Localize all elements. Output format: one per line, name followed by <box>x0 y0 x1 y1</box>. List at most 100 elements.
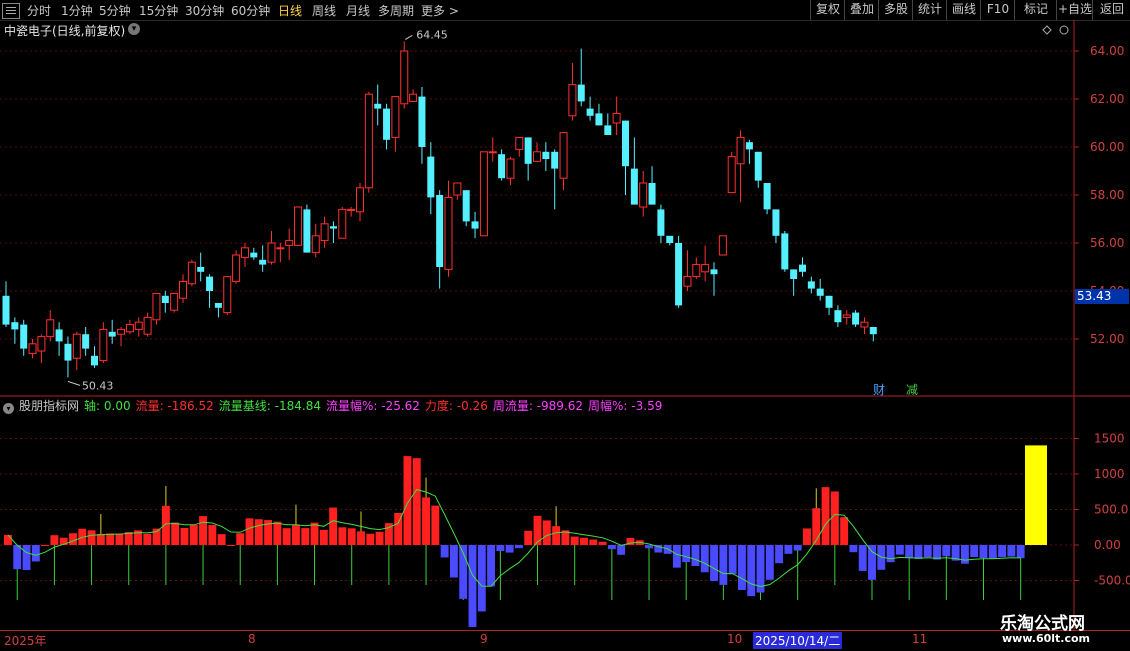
candle-body <box>28 343 37 354</box>
indicator-bar <box>570 536 579 545</box>
candle-body <box>72 333 81 359</box>
candle-body <box>223 276 232 314</box>
date-month-8: 8 <box>248 632 256 646</box>
date-month-11: 11 <box>912 632 928 646</box>
indicator-bar <box>914 545 923 560</box>
candle-body <box>842 314 851 318</box>
indicator-bar <box>710 545 719 581</box>
candle-body <box>692 264 701 278</box>
candle-body <box>816 288 824 296</box>
candle-body <box>710 269 718 275</box>
candle-body <box>666 235 674 243</box>
candle-body <box>852 312 860 325</box>
candle-body <box>860 321 869 328</box>
price-tick-label: 64.00 <box>1090 44 1124 58</box>
candle-body <box>718 235 727 256</box>
indicator-bar <box>375 531 384 545</box>
candle-body <box>374 103 382 109</box>
indicator-bar <box>1007 545 1016 557</box>
indicator-bar <box>69 533 77 545</box>
indicator-bar <box>96 533 105 545</box>
candle-body <box>91 355 98 366</box>
indicator-bar <box>942 545 951 557</box>
indicator-bar <box>87 530 96 545</box>
indicator-bar <box>505 545 514 553</box>
indicator-bar <box>840 517 849 545</box>
candle-body <box>294 206 303 246</box>
candle-body <box>303 209 311 253</box>
indicator-bar <box>580 537 588 545</box>
indicator-bar <box>682 545 691 563</box>
candle-body <box>197 267 205 272</box>
candle-body <box>267 242 276 263</box>
indicator-bar <box>719 545 728 585</box>
indicator-bar <box>672 545 681 568</box>
candle-body <box>825 295 833 308</box>
reduce-tag[interactable]: 减 <box>906 381 918 398</box>
indicator-bar <box>533 515 542 545</box>
indicator-bar <box>41 545 50 546</box>
candle-body <box>64 343 72 361</box>
indicator-value: 周幅%: -3.59 <box>588 399 663 413</box>
candle-body <box>772 209 780 236</box>
candle-body <box>117 328 126 335</box>
candle-body <box>206 276 214 291</box>
indicator-bar <box>143 533 152 545</box>
candle-body <box>471 221 479 229</box>
candle-body <box>488 151 497 154</box>
low-marker <box>67 380 81 386</box>
indicator-bar <box>830 491 839 545</box>
indicator-tick-label: 0.00 <box>1094 538 1121 552</box>
candle-body <box>250 252 258 258</box>
indicator-bar <box>115 533 124 545</box>
indicator-bar <box>923 545 932 558</box>
indicator-bar <box>747 545 756 597</box>
candle-body <box>409 93 418 102</box>
indicator-chevron-icon[interactable]: ▾ <box>3 403 14 414</box>
indicator-bar <box>431 505 440 545</box>
candle-body <box>338 208 347 239</box>
indicator-bar <box>189 524 198 545</box>
price-tick-label: 56.00 <box>1090 236 1124 250</box>
indicator-bar <box>50 535 59 545</box>
indicator-value: 周流量: -989.62 <box>492 399 584 413</box>
candle-body <box>604 125 612 135</box>
candle-body <box>356 187 364 213</box>
finance-tag[interactable]: 财 <box>873 381 885 398</box>
indicator-bar <box>329 507 338 545</box>
indicator-bar <box>886 545 895 563</box>
indicator-bar <box>487 545 496 587</box>
candle-body <box>453 182 462 196</box>
indicator-bar <box>775 545 784 564</box>
indicator-bar <box>663 545 672 554</box>
candle-body <box>187 261 196 285</box>
indicator-bar <box>171 522 180 545</box>
indicator-bar <box>737 545 746 591</box>
indicator-bar <box>226 545 235 546</box>
watermark-url: www.60lt.com <box>1002 632 1091 645</box>
candle-body <box>11 322 19 330</box>
indicator-bar <box>422 497 430 545</box>
indicator-bar <box>645 545 653 549</box>
candle-body <box>612 112 621 124</box>
candle-body <box>736 136 745 165</box>
indicator-value: 力度: -0.26 <box>424 399 488 413</box>
candle-body <box>533 151 541 162</box>
indicator-bar <box>412 458 421 545</box>
indicator-bar <box>496 545 505 552</box>
candle-body <box>82 334 90 349</box>
indicator-bar <box>1025 445 1047 545</box>
candle-body <box>586 108 594 116</box>
indicator-bar <box>821 487 830 545</box>
candle-body <box>232 254 241 282</box>
indicator-bar <box>199 516 208 545</box>
indicator-name[interactable]: 股朋指标网 <box>19 399 79 413</box>
indicator-bar <box>552 526 561 545</box>
candle-body <box>179 280 187 299</box>
candle-body <box>745 142 753 150</box>
selected-date: 2025/10/14/二 <box>753 632 843 649</box>
indicator-bar <box>858 545 867 571</box>
indicator-bar <box>13 545 22 570</box>
indicator-value: 流量幅%: -25.62 <box>325 399 420 413</box>
indicator-bar <box>310 522 319 545</box>
